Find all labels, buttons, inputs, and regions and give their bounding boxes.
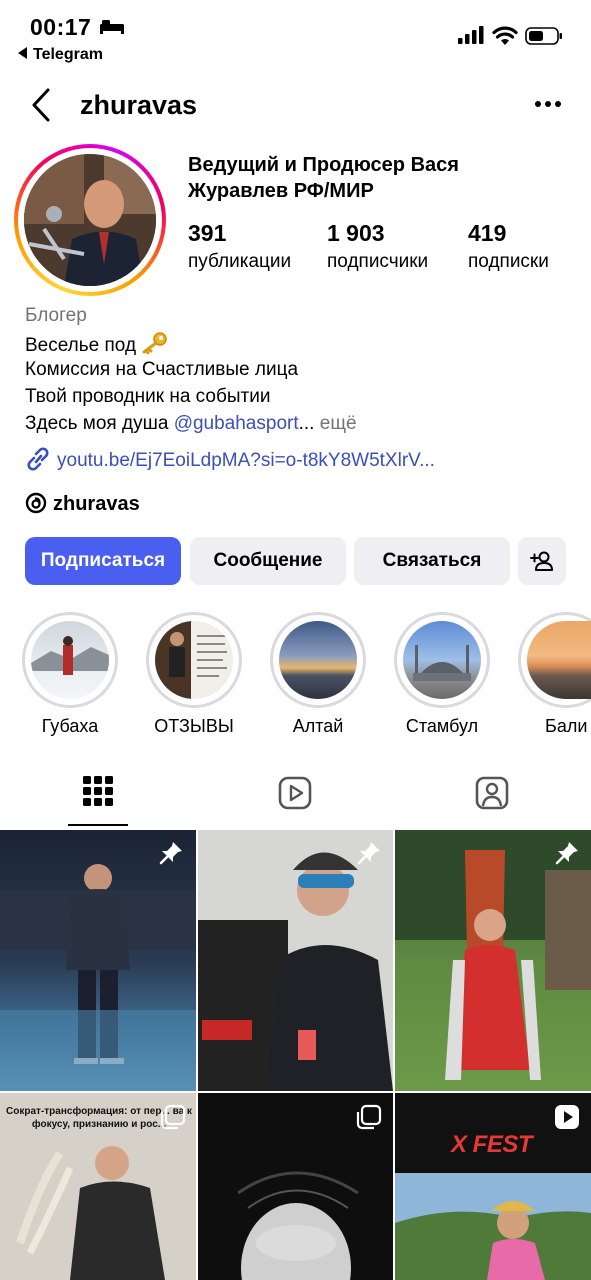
display-name: Ведущий и Продюсер Вася Журавлев РФ/МИР [188,154,459,202]
back-app-label: Telegram [33,46,103,63]
posts-count: 391 [188,220,227,246]
avatar-image [24,154,156,286]
add-person-icon [530,551,553,571]
highlight-label: Губаха [41,716,99,736]
wifi-icon [492,26,518,45]
bio-mention-link[interactable]: @gubahasport [174,413,299,434]
bio-line: Веселье под [25,332,168,357]
active-tab-indicator [68,824,128,826]
following-label: подписки [468,251,549,272]
followers-count: 1 903 [327,220,385,246]
contact-button[interactable]: Связаться [354,537,510,585]
posts-stat[interactable]: 391 публикации [188,220,291,273]
back-triangle-icon [18,47,27,59]
bio-line: Твой проводник на событии [25,386,271,407]
post-tile[interactable] [0,830,196,1091]
highlight-image [155,621,233,699]
followers-stat[interactable]: 1 903 подписчики [327,220,428,273]
post-image [0,864,196,1091]
profile-username: zhuravas [80,90,198,120]
back-chevron-icon[interactable] [28,88,56,122]
message-button[interactable]: Сообщение [190,537,346,585]
avatar[interactable] [24,154,156,286]
highlight-image [279,621,357,699]
highlight-label: Стамбул [405,716,479,736]
grid-tab-icon[interactable] [83,776,113,806]
battery-icon [525,27,562,45]
highlight-image [403,621,481,699]
tagged-tab-icon[interactable] [475,776,509,810]
sleep-focus-icon [100,20,124,34]
carousel-icon [356,1104,382,1130]
carousel-icon [160,1104,186,1130]
highlight-label: Алтай [292,716,344,736]
cellular-signal-icon [458,26,484,44]
pin-icon [357,842,380,865]
followers-label: подписчики [327,251,429,272]
post-image [198,830,393,1091]
pin-icon [159,842,182,865]
suggested-users-button[interactable] [518,537,566,585]
profile-link[interactable]: youtu.be/Ej7EoiLdpMA?si=o-t8kY8W5tXlrV..… [25,447,435,472]
follow-button[interactable]: Подписаться [25,537,181,585]
post-tile[interactable] [395,830,591,1091]
bio-line-text: Веселье под [25,335,137,356]
post-image [395,830,591,1080]
key-icon [142,332,168,355]
posts-label: публикации [188,251,292,272]
bio-more-button[interactable]: ещё [320,413,357,434]
highlight-label: ОТЗЫВЫ [154,716,234,736]
threads-handle: zhuravas [53,493,140,515]
profile-link-text: youtu.be/Ej7EoiLdpMA?si=o-t8kY8W5tXlrV..… [57,450,435,471]
status-time: 00:17 [30,14,92,40]
post-tile[interactable] [198,830,393,1091]
bio-line-text: Здесь моя душа [25,413,169,434]
following-stat[interactable]: 419 подписки [468,220,549,273]
back-to-app-link[interactable]: Telegram [18,46,103,64]
pin-icon [555,842,578,865]
threads-icon [25,492,47,514]
highlight-image [31,621,109,699]
threads-badge[interactable]: zhuravas [25,492,140,516]
profile-category: Блогер [25,305,87,326]
more-options-icon[interactable] [534,100,562,108]
reels-tab-icon[interactable] [278,776,312,810]
bio-line: Комиссия на Счастливые лица [25,359,299,380]
bio-line: Здесь моя душа @gubahasport... ещё [25,413,357,435]
following-count: 419 [468,220,507,246]
bio-ellipsis: ... [298,413,315,434]
reel-icon [555,1105,579,1129]
highlight-label: Бали [545,716,588,736]
link-icon [27,447,49,471]
